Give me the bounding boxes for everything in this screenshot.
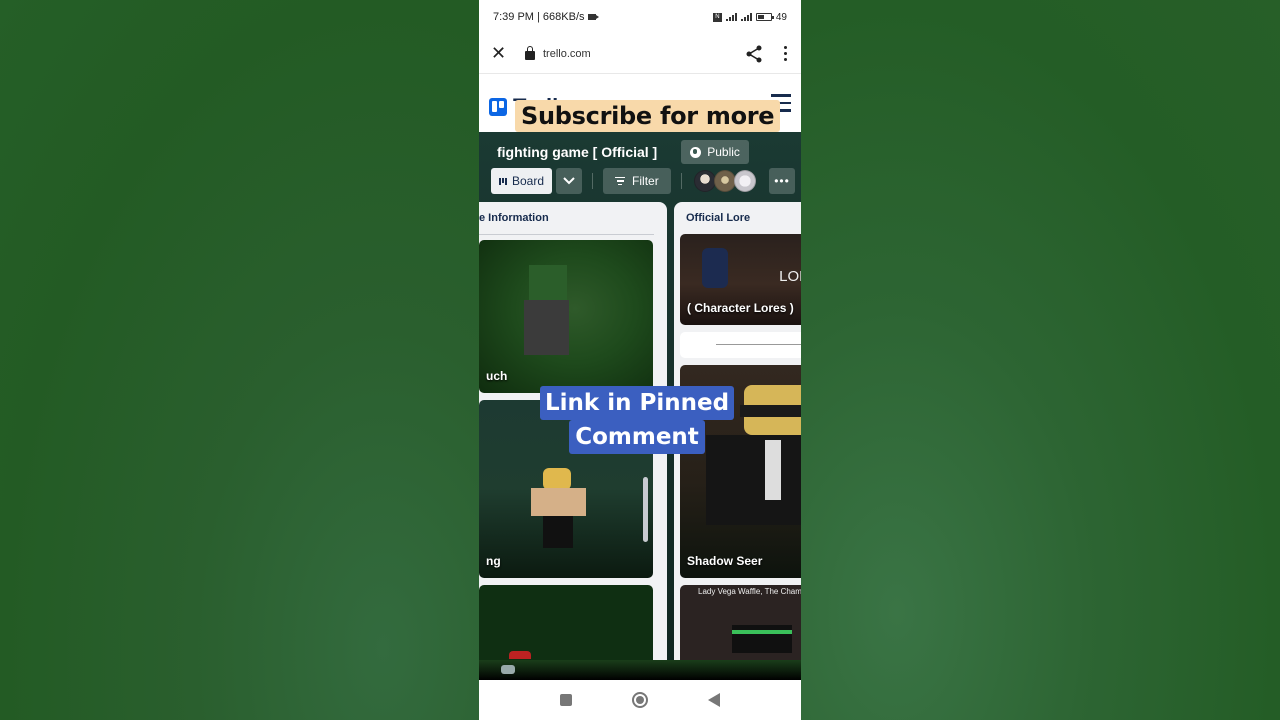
visibility-label: Public bbox=[707, 145, 740, 159]
phone-screen: 7:39 PM | 668KB/s N 49 ✕ trello.com Trel… bbox=[479, 0, 801, 720]
subscribe-overlay: Subscribe for more bbox=[515, 100, 781, 132]
avatar[interactable] bbox=[693, 170, 716, 192]
card[interactable] bbox=[479, 585, 653, 665]
view-switcher-chevron-down-icon[interactable] bbox=[556, 168, 583, 194]
toolbar-divider bbox=[680, 173, 682, 189]
list-divider bbox=[479, 234, 654, 235]
lock-icon bbox=[525, 46, 535, 60]
card-image-text: Lady Vega Waffle, The Champ bbox=[698, 587, 801, 596]
globe-icon bbox=[690, 146, 702, 158]
card[interactable]: uch bbox=[479, 240, 653, 393]
home-icon[interactable] bbox=[632, 692, 648, 708]
card[interactable]: LOR ( Character Lores ) bbox=[680, 234, 801, 325]
character-body-image bbox=[531, 488, 586, 516]
list-scrollbar[interactable] bbox=[643, 477, 648, 542]
character-legs-image bbox=[543, 516, 573, 548]
scrollbar-thumb[interactable] bbox=[501, 665, 515, 674]
character-head-image bbox=[529, 265, 567, 300]
pinned-comment-line1: Link in Pinned bbox=[540, 386, 735, 420]
toolbar-divider bbox=[592, 173, 594, 189]
avatar[interactable] bbox=[713, 170, 736, 192]
board-toolbar: Board Filter ••• bbox=[491, 168, 795, 194]
visibility-button[interactable]: Public bbox=[681, 140, 749, 164]
battery-icon bbox=[755, 13, 774, 21]
card-image-text: LOR bbox=[779, 268, 801, 285]
character-mask-image bbox=[740, 405, 801, 417]
signal-4g-icon bbox=[725, 13, 737, 21]
red-object-image bbox=[509, 651, 531, 659]
android-nav-bar bbox=[479, 680, 801, 720]
more-options-icon[interactable] bbox=[781, 46, 789, 61]
card-title: ng bbox=[486, 554, 501, 568]
background-right bbox=[801, 0, 1280, 720]
avatar[interactable] bbox=[733, 170, 756, 192]
card-title: uch bbox=[486, 369, 508, 383]
nfc-icon: N bbox=[712, 12, 722, 22]
character-image bbox=[702, 248, 728, 288]
filter-button[interactable]: Filter bbox=[603, 168, 671, 194]
filter-icon bbox=[615, 176, 626, 186]
card[interactable]: Lady Vega Waffle, The Champ bbox=[680, 585, 801, 665]
board-title[interactable]: fighting game [ Official ] bbox=[497, 144, 657, 160]
board-view-icon bbox=[499, 177, 507, 185]
status-bar: 7:39 PM | 668KB/s N 49 bbox=[479, 0, 801, 34]
background-left bbox=[0, 0, 479, 720]
character-shirt-image bbox=[765, 440, 781, 500]
back-icon[interactable] bbox=[708, 693, 720, 707]
card-separator bbox=[716, 344, 801, 345]
browser-url-bar: ✕ trello.com bbox=[479, 34, 801, 74]
card-title: Shadow Seer bbox=[687, 554, 763, 568]
board-view-label: Board bbox=[512, 174, 545, 188]
time-speed: 7:39 PM | 668KB/s bbox=[493, 11, 585, 23]
trello-logo-icon bbox=[489, 98, 507, 116]
signal-icon bbox=[740, 13, 752, 21]
board-menu-button[interactable]: ••• bbox=[769, 168, 795, 194]
url-text[interactable]: trello.com bbox=[543, 48, 745, 60]
close-icon[interactable]: ✕ bbox=[491, 43, 515, 64]
screen-record-icon bbox=[587, 14, 599, 20]
board-horizontal-scrollbar[interactable] bbox=[479, 660, 801, 680]
list-title[interactable]: e Information bbox=[479, 202, 667, 234]
list-title[interactable]: Official Lore bbox=[674, 202, 801, 234]
card[interactable] bbox=[680, 332, 801, 358]
battery-level: 49 bbox=[775, 11, 787, 23]
hat-band-image bbox=[732, 630, 792, 634]
card-title: ( Character Lores ) bbox=[687, 301, 794, 315]
share-icon[interactable] bbox=[745, 45, 763, 63]
recent-apps-icon[interactable] bbox=[560, 694, 572, 706]
pinned-comment-overlay: Link in Pinned Comment bbox=[540, 386, 735, 454]
board-members[interactable] bbox=[693, 170, 756, 192]
character-body-image bbox=[524, 300, 569, 355]
filter-label: Filter bbox=[632, 174, 659, 188]
board-view-button[interactable]: Board bbox=[491, 168, 553, 194]
character-head-image bbox=[543, 468, 571, 490]
pinned-comment-line2: Comment bbox=[569, 420, 705, 454]
